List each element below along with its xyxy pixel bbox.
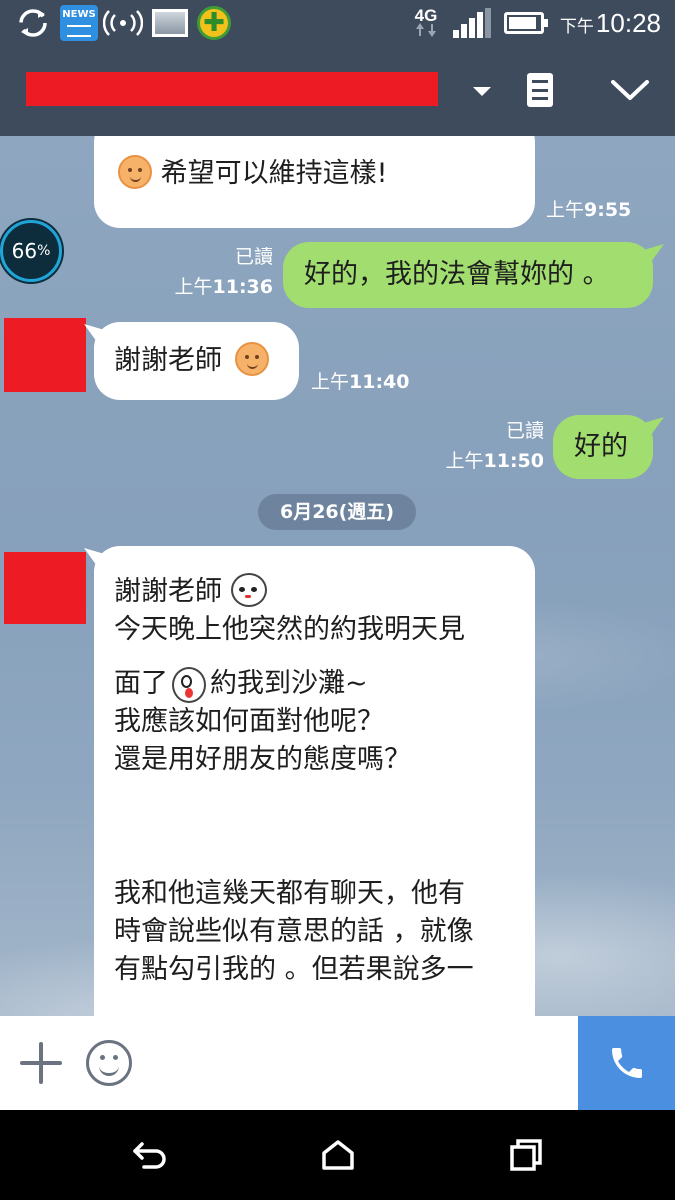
sync-icon: [14, 6, 52, 40]
message-line: 有點勾引我的 。但若果說多一: [114, 954, 474, 985]
message-time: 上午11:40: [311, 371, 410, 393]
chat-area[interactable]: 希望可以維持這樣! 上午9:55 66% 已讀 上午11:36 好的，我的法會幫…: [0, 136, 675, 1016]
message-time: 11:36: [212, 276, 273, 298]
message-bubble-incoming[interactable]: 希望可以維持這樣!: [94, 136, 535, 228]
clock: 下午10:28: [560, 8, 661, 39]
4g-icon: 4G: [408, 6, 444, 40]
notes-icon[interactable]: [522, 70, 558, 110]
message-bubble-outgoing[interactable]: 好的: [553, 415, 653, 479]
phone-icon[interactable]: [578, 1016, 675, 1110]
news-icon: NEWS: [60, 5, 98, 41]
message-line: 我和他這幾天都有聊天，他有: [114, 878, 465, 909]
input-bar: [0, 1016, 675, 1110]
battery-widget-percent: %: [37, 243, 51, 259]
battery-widget[interactable]: 66%: [0, 220, 62, 282]
avatar[interactable]: [4, 318, 86, 392]
clock-ampm: 下午: [559, 17, 594, 36]
news-label: NEWS: [62, 9, 96, 20]
date-divider: 6月26(週五): [258, 494, 416, 530]
read-receipt: 已讀: [234, 246, 273, 268]
emoji-icon[interactable]: [86, 1040, 132, 1086]
back-icon[interactable]: [126, 1134, 174, 1176]
clock-time: 10:28: [595, 8, 661, 38]
message-line: 謝謝老師: [114, 573, 535, 612]
system-nav-bar: [0, 1110, 675, 1200]
network-label: 4G: [414, 6, 438, 25]
status-bar: NEWS ✚ 4G 下午10:28: [0, 0, 675, 46]
collapse-chevron-icon[interactable]: [606, 70, 654, 112]
message-meta: 已讀 上午11:36: [153, 242, 274, 302]
message-bubble-incoming[interactable]: 謝謝老師 今天晚上他突然的約我明天見 面了 約我到沙灘~ 我應該如何面對他呢？ 還…: [94, 546, 535, 1016]
message-bubble-incoming[interactable]: 謝謝老師: [94, 322, 299, 400]
photo-icon: [151, 6, 189, 40]
message-line: 還是用好朋友的態度嗎？: [114, 744, 411, 775]
avatar[interactable]: [4, 552, 86, 624]
message-text: 謝謝老師: [114, 345, 222, 376]
chevron-down-icon[interactable]: [466, 76, 498, 106]
message-text: 好的，我的法會幫妳的 。: [304, 259, 610, 290]
message-bubble-outgoing[interactable]: 好的，我的法會幫妳的 。: [283, 242, 653, 308]
message-time-prefix: 上午: [445, 450, 484, 472]
message-text: 希望可以維持這樣!: [160, 158, 388, 189]
panda-emoji-icon: [230, 573, 267, 607]
message-time-prefix: 上午: [174, 276, 213, 298]
message-time: 上午9:55: [546, 199, 632, 221]
read-receipt: 已讀: [505, 420, 544, 442]
plus-icon[interactable]: [20, 1042, 62, 1084]
message-text: 好的: [574, 431, 628, 462]
message-time: 11:50: [483, 450, 544, 472]
recents-icon[interactable]: [502, 1134, 550, 1176]
smiley-emoji-icon: [118, 155, 152, 189]
message-line: 面了 約我到沙灘~: [114, 666, 535, 704]
plus-app-icon: ✚: [196, 6, 232, 40]
chat-header: [0, 46, 675, 136]
nfc-signal-icon: [103, 6, 143, 40]
signal-bars-icon: [452, 6, 492, 40]
battery-widget-value: 66: [11, 239, 38, 263]
message-line: 我應該如何面對他呢？: [114, 706, 384, 737]
home-icon[interactable]: [314, 1134, 362, 1176]
message-line: 今天晚上他突然的約我明天見: [114, 614, 465, 645]
chat-title[interactable]: [26, 72, 438, 106]
smiley-emoji-icon: [234, 342, 269, 376]
message-line: 時會說些似有意思的話 ，就像: [114, 916, 474, 947]
battery-icon: [502, 6, 548, 40]
shocked-emoji-icon: [172, 666, 206, 703]
message-meta: 已讀 上午11:50: [424, 416, 545, 476]
